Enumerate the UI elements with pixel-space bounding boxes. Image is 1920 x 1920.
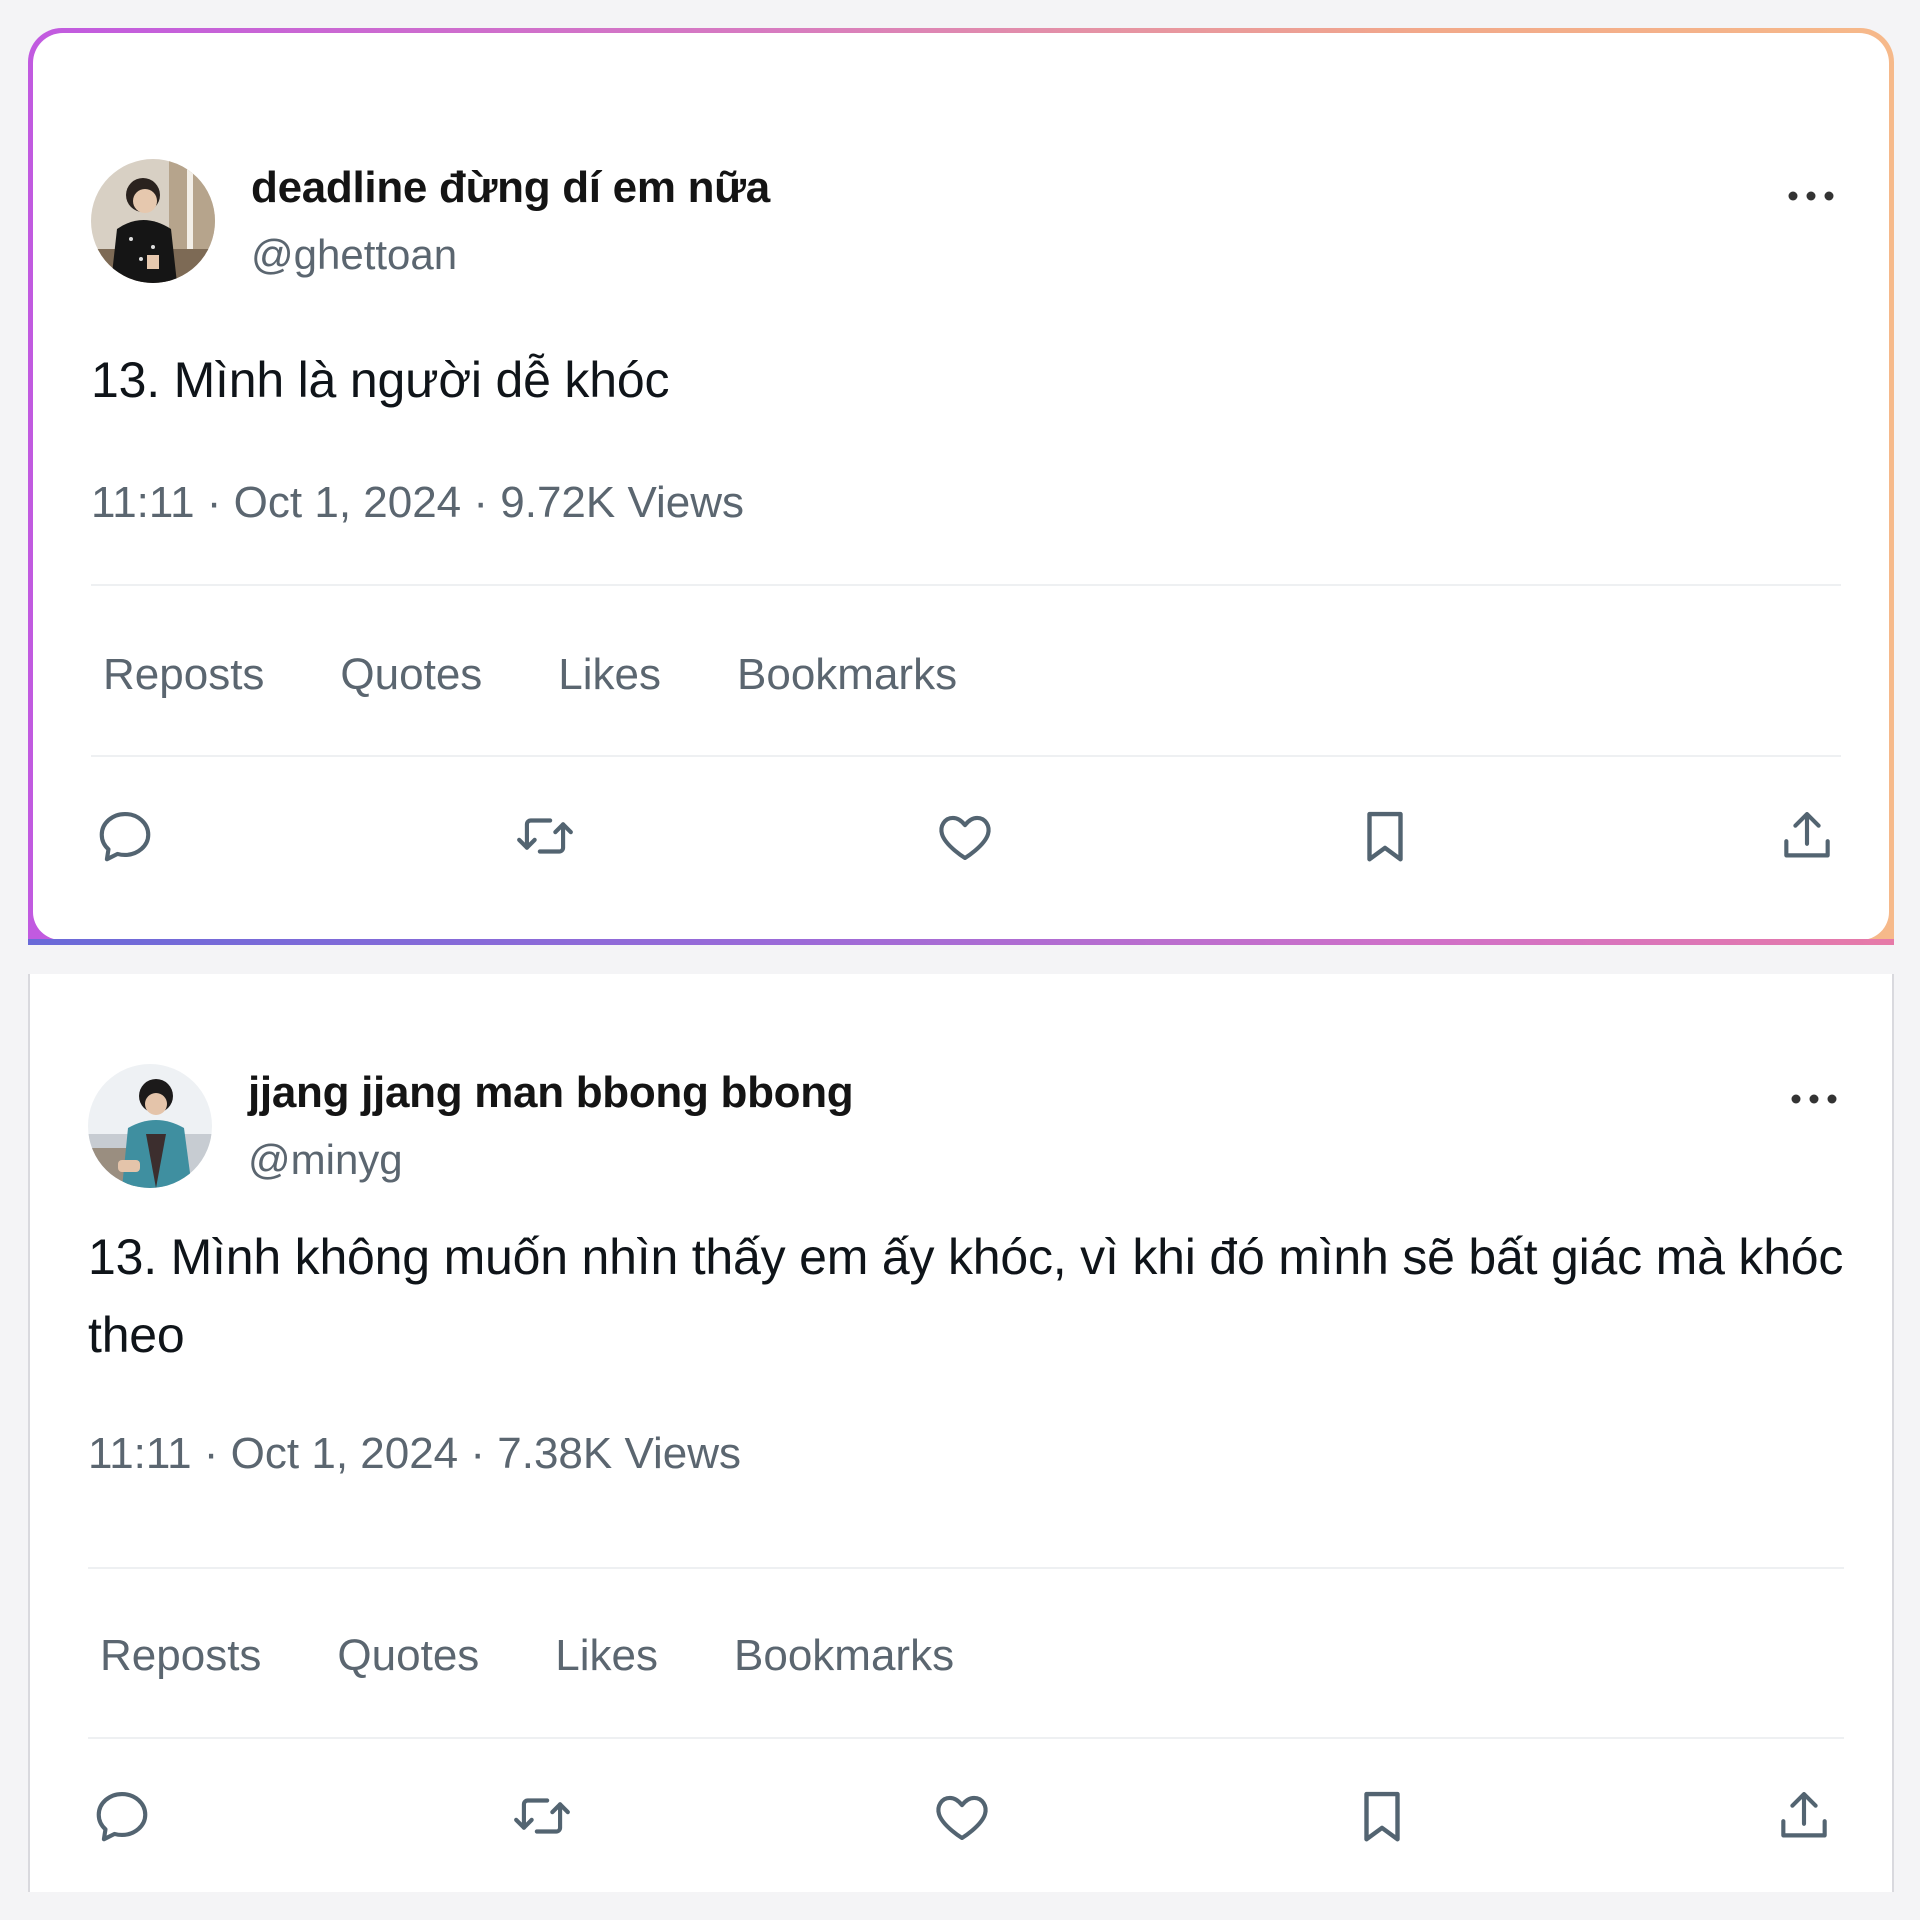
- reply-button[interactable]: [86, 1780, 158, 1852]
- tweet-text: 13. Mình là người dễ khóc: [91, 352, 670, 408]
- likes-link[interactable]: Likes: [558, 650, 661, 700]
- engagement-stats-row: Reposts Quotes Likes Bookmarks: [100, 1631, 954, 1681]
- bookmark-button[interactable]: [1349, 800, 1421, 872]
- tweet-card-2: jjang jjang man bbong bbong @minyg 13. M…: [28, 974, 1894, 1892]
- reply-icon: [99, 811, 151, 862]
- bookmarks-link[interactable]: Bookmarks: [737, 650, 957, 700]
- like-icon: [936, 1795, 988, 1841]
- retweet-icon: [514, 1798, 570, 1834]
- more-options-button[interactable]: [1786, 1084, 1842, 1114]
- retweet-icon: [517, 818, 573, 854]
- quotes-link[interactable]: Quotes: [337, 1631, 479, 1681]
- user-handle[interactable]: @minyg: [248, 1136, 403, 1184]
- avatar[interactable]: [91, 159, 215, 283]
- reply-button[interactable]: [89, 800, 161, 872]
- like-button[interactable]: [926, 1780, 998, 1852]
- reposts-link[interactable]: Reposts: [103, 650, 264, 700]
- repost-button[interactable]: [506, 1780, 578, 1852]
- screenshot-page: deadline đừng dí em nữa @ghettoan 13. Mì…: [0, 0, 1920, 1920]
- display-name[interactable]: jjang jjang man bbong bbong: [248, 1068, 854, 1118]
- bookmark-icon: [1367, 811, 1403, 862]
- tweet-card-1: deadline đừng dí em nữa @ghettoan 13. Mì…: [33, 33, 1889, 940]
- tweet-meta: 11:11 · Oct 1, 2024 · 7.38K Views: [88, 1429, 742, 1478]
- divider: [91, 584, 1841, 586]
- tweet-card-1-frame: deadline đừng dí em nữa @ghettoan 13. Mì…: [28, 28, 1894, 945]
- more-dots-icon: [1788, 191, 1834, 201]
- share-icon: [1781, 1791, 1827, 1838]
- divider: [91, 755, 1841, 757]
- engagement-stats-row: Reposts Quotes Likes Bookmarks: [103, 650, 957, 700]
- more-options-button[interactable]: [1783, 181, 1839, 211]
- action-bar: [91, 800, 1841, 872]
- quotes-link[interactable]: Quotes: [340, 650, 482, 700]
- like-button[interactable]: [929, 800, 1001, 872]
- user-photo-avatar: [91, 159, 215, 283]
- likes-link[interactable]: Likes: [555, 1631, 658, 1681]
- action-bar: [88, 1780, 1844, 1852]
- share-button[interactable]: [1771, 800, 1843, 872]
- user-photo-avatar: [88, 1064, 212, 1188]
- bookmarks-link[interactable]: Bookmarks: [734, 1631, 954, 1681]
- share-icon: [1784, 811, 1830, 858]
- share-button[interactable]: [1768, 1780, 1840, 1852]
- display-name[interactable]: deadline đừng dí em nữa: [251, 163, 770, 213]
- bookmark-button[interactable]: [1346, 1780, 1418, 1852]
- repost-button[interactable]: [509, 800, 581, 872]
- bookmark-icon: [1364, 1791, 1400, 1842]
- avatar[interactable]: [88, 1064, 212, 1188]
- reply-icon: [96, 1791, 148, 1842]
- divider: [88, 1737, 1844, 1739]
- divider: [88, 1567, 1844, 1569]
- more-dots-icon: [1791, 1094, 1837, 1104]
- reposts-link[interactable]: Reposts: [100, 1631, 261, 1681]
- like-icon: [939, 815, 991, 861]
- tweet-meta: 11:11 · Oct 1, 2024 · 9.72K Views: [91, 478, 745, 527]
- tweet-text: 13. Mình không muốn nhìn thấy em ấy khóc…: [88, 1229, 1844, 1363]
- user-handle[interactable]: @ghettoan: [251, 231, 457, 279]
